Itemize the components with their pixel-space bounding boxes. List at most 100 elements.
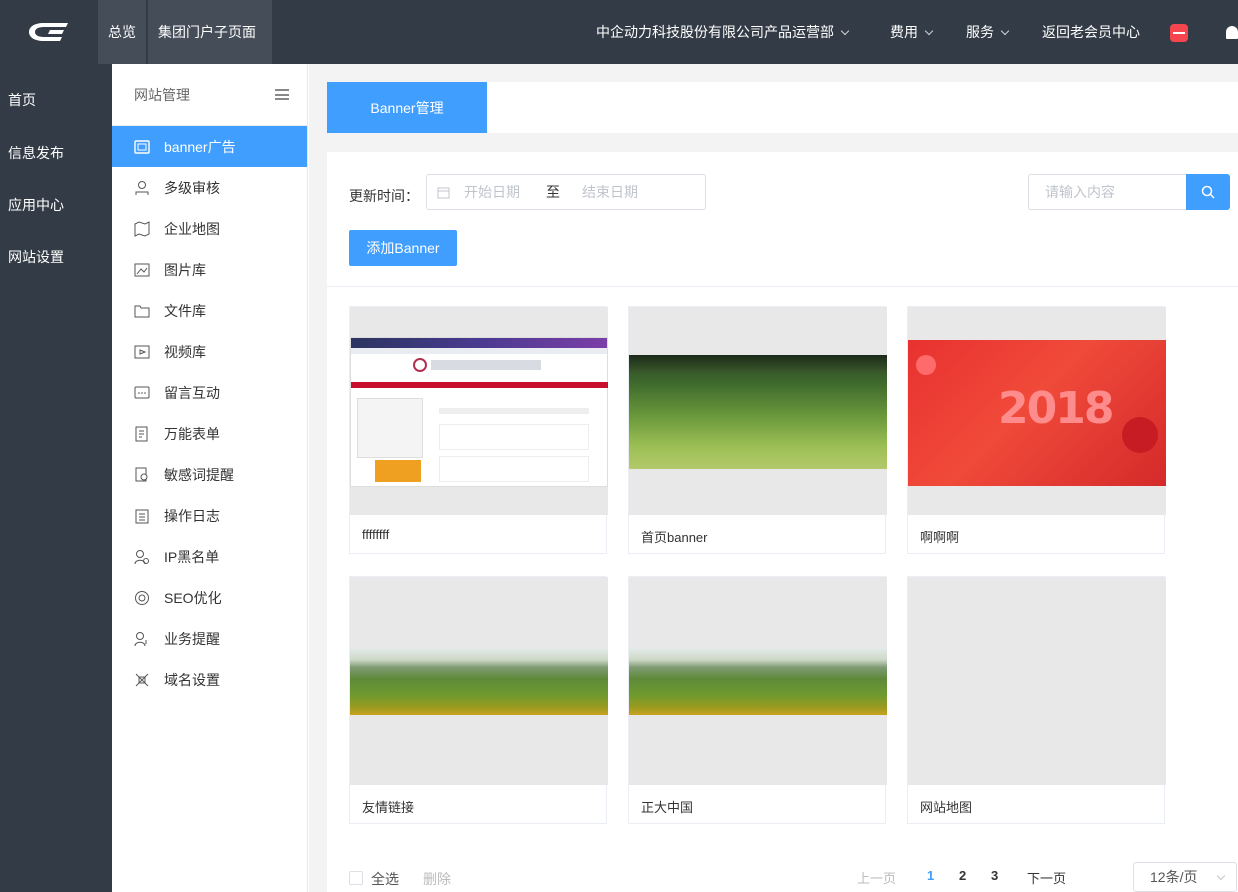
- sidebar-item-map[interactable]: 企业地图: [112, 208, 307, 249]
- banner-card[interactable]: 网站地图: [907, 576, 1166, 824]
- sidebar-item-forms[interactable]: 万能表单: [112, 413, 307, 454]
- menu-toggle-icon[interactable]: [275, 89, 289, 100]
- sidebar-header: 网站管理: [112, 64, 307, 126]
- tab-banner-management[interactable]: Banner管理: [327, 82, 487, 133]
- nav-site-settings[interactable]: 网站设置: [0, 231, 112, 283]
- logo[interactable]: [0, 0, 96, 64]
- date-range-picker[interactable]: 开始日期 至 结束日期: [426, 174, 706, 210]
- org-name: 中企动力科技股份有限公司产品运营部: [596, 24, 834, 40]
- sidebar-item-sensitive-words[interactable]: 敏感词提醒: [112, 454, 307, 495]
- sidebar-item-label: 企业地图: [164, 220, 220, 237]
- user-alert-icon: [134, 631, 150, 647]
- org-dropdown[interactable]: 中企动力科技股份有限公司产品运营部: [586, 0, 858, 64]
- chevron-down-icon: [1000, 26, 1010, 36]
- image-frame-icon: [134, 139, 150, 155]
- sidebar-item-files[interactable]: 文件库: [112, 290, 307, 331]
- sidebar-item-domain[interactable]: 域名设置: [112, 659, 307, 700]
- nav-group-portal[interactable]: 集团门户子页面: [148, 0, 272, 64]
- form-icon: [134, 426, 150, 442]
- sidebar-item-label: 业务提醒: [164, 630, 220, 647]
- main-area: Banner管理 更新时间： 开始日期 至 结束日期 请输入内容 添加Banne…: [309, 64, 1238, 892]
- thumb-year-text: 2018: [998, 383, 1114, 434]
- banner-thumbnail[interactable]: [350, 307, 608, 515]
- service-dropdown[interactable]: 服务: [956, 0, 1018, 64]
- list-footer: 全选 删除 上一页 1 2 3 下一页 12条/页: [349, 862, 1237, 892]
- sidebar-item-label: SEO优化: [164, 589, 222, 606]
- banner-card-title: ffffffff: [362, 527, 390, 542]
- banner-thumbnail[interactable]: [350, 577, 608, 785]
- banner-card-title: 正大中国: [641, 800, 694, 815]
- search-input[interactable]: 请输入内容: [1028, 174, 1188, 210]
- prev-page-button[interactable]: 上一页: [857, 868, 896, 887]
- page-2[interactable]: 2: [959, 868, 966, 883]
- banner-card[interactable]: ffffffff: [349, 306, 608, 554]
- search-icon: [1201, 185, 1215, 199]
- update-time-label: 更新时间：: [349, 188, 419, 204]
- sidebar-item-label: 图片库: [164, 261, 206, 278]
- sidebar-item-business-alert[interactable]: 业务提醒: [112, 618, 307, 659]
- nav-info-publish[interactable]: 信息发布: [0, 127, 112, 179]
- top-bar: 总览 集团门户子页面 中企动力科技股份有限公司产品运营部 费用 服务 返回老会员…: [0, 0, 1238, 64]
- nav-home[interactable]: 首页: [0, 74, 112, 126]
- fees-label: 费用: [890, 24, 918, 40]
- next-page-button[interactable]: 下一页: [1027, 868, 1066, 887]
- sidebar-item-label: 多级审核: [164, 179, 220, 196]
- search-button[interactable]: [1186, 174, 1230, 210]
- page-size-select[interactable]: 12条/页: [1133, 862, 1237, 892]
- user-audit-icon: [134, 180, 150, 196]
- sidebar-item-images[interactable]: 图片库: [112, 249, 307, 290]
- sidebar-item-label: IP黑名单: [164, 548, 220, 565]
- banner-thumbnail[interactable]: [629, 577, 887, 785]
- sidebar-item-ip-blacklist[interactable]: IP黑名单: [112, 536, 307, 577]
- sidebar-item-messages[interactable]: 留言互动: [112, 372, 307, 413]
- sidebar: 网站管理 banner广告 多级审核 企业地图 图片库 文件库 视频库 留言互动…: [112, 64, 308, 892]
- back-member-center-link[interactable]: 返回老会员中心: [1032, 0, 1150, 64]
- chat-icon: [134, 385, 150, 401]
- service-label: 服务: [966, 24, 994, 40]
- log-icon: [134, 508, 150, 524]
- banner-thumbnail[interactable]: 2018: [908, 307, 1166, 515]
- search-doc-icon: [134, 467, 150, 483]
- sidebar-title: 网站管理: [134, 86, 190, 103]
- nav-overview[interactable]: 总览: [98, 0, 146, 64]
- page-1[interactable]: 1: [927, 868, 934, 883]
- end-date-field[interactable]: 结束日期: [582, 182, 638, 202]
- sidebar-item-videos[interactable]: 视频库: [112, 331, 307, 372]
- banner-card[interactable]: 正大中国: [628, 576, 887, 824]
- calendar-icon: [437, 186, 450, 199]
- banner-thumbnail[interactable]: [629, 307, 887, 515]
- sidebar-item-label: banner广告: [164, 138, 236, 155]
- sidebar-item-audit[interactable]: 多级审核: [112, 167, 307, 208]
- select-all-label[interactable]: 全选: [371, 869, 399, 889]
- banner-card-title: 网站地图: [920, 800, 973, 815]
- page-size-value: 12条/页: [1150, 869, 1198, 885]
- banner-card[interactable]: 首页banner: [628, 306, 887, 554]
- fees-dropdown[interactable]: 费用: [880, 0, 942, 64]
- banner-card-title: 啊啊啊: [920, 530, 960, 545]
- chevron-down-icon: [1216, 871, 1226, 881]
- nav-app-center[interactable]: 应用中心: [0, 179, 112, 231]
- map-icon: [134, 220, 150, 237]
- start-date-field[interactable]: 开始日期: [464, 182, 546, 202]
- range-separator: 至: [546, 184, 560, 200]
- banner-thumbnail[interactable]: [908, 577, 1166, 785]
- bell-icon[interactable]: [1224, 24, 1238, 42]
- domain-icon: [134, 672, 150, 688]
- sidebar-item-banner[interactable]: banner广告: [112, 126, 307, 167]
- add-banner-button[interactable]: 添加Banner: [349, 230, 457, 266]
- main-nav: 首页 信息发布 应用中心 网站设置: [0, 64, 112, 892]
- sidebar-item-seo[interactable]: SEO优化: [112, 577, 307, 618]
- seo-icon: [134, 590, 150, 606]
- sidebar-item-logs[interactable]: 操作日志: [112, 495, 307, 536]
- banner-card[interactable]: 2018 啊啊啊: [907, 306, 1166, 554]
- tab-strip: Banner管理: [309, 64, 1238, 134]
- delete-button[interactable]: 删除: [423, 869, 451, 889]
- sidebar-item-label: 操作日志: [164, 507, 220, 524]
- banner-card[interactable]: 友情链接: [349, 576, 608, 824]
- notification-badge-icon[interactable]: [1170, 24, 1188, 42]
- video-icon: [134, 344, 150, 360]
- select-all-checkbox[interactable]: [349, 871, 363, 885]
- image-icon: [134, 262, 150, 278]
- page-3[interactable]: 3: [991, 868, 998, 883]
- divider: [327, 286, 1238, 287]
